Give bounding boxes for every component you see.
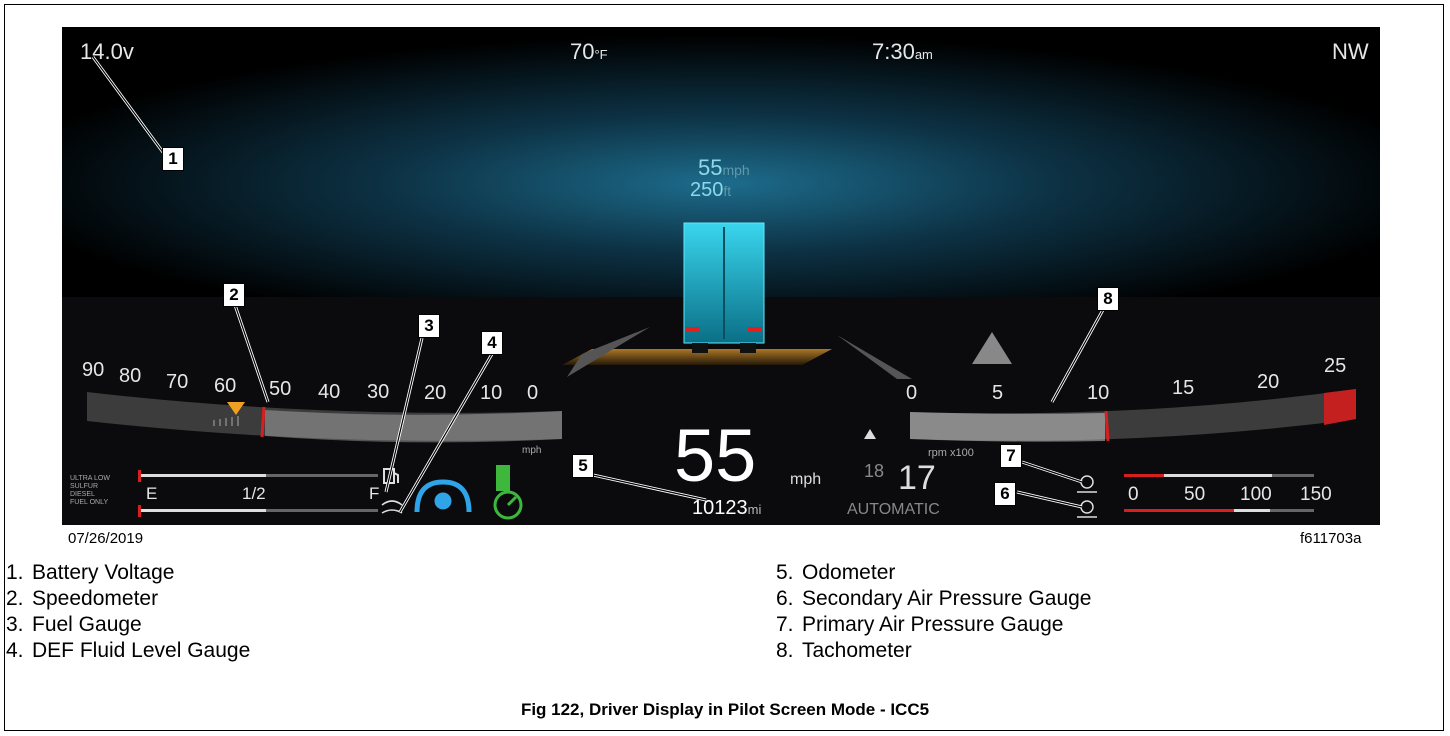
callout-4: 4 <box>481 331 503 355</box>
legend-left: 1. Battery Voltage 2. Speedometer 3. Fuel G… <box>6 560 250 664</box>
legend-item: 6. Secondary Air Pressure Gauge <box>776 587 1092 610</box>
callout-8: 8 <box>1097 287 1119 311</box>
legend-item: 4. DEF Fluid Level Gauge <box>6 639 251 662</box>
legend-item: 8. Tachometer <box>776 639 912 662</box>
figure-id: f611703a <box>1300 530 1362 547</box>
callout-5: 5 <box>572 454 594 478</box>
legend-item: 7. Primary Air Pressure Gauge <box>776 613 1064 636</box>
legend-item: 5. Odometer <box>776 561 896 584</box>
callout-7: 7 <box>1000 444 1022 468</box>
callout-3: 3 <box>418 314 440 338</box>
callout-2: 2 <box>223 283 245 307</box>
figure-caption: Fig 122, Driver Display in Pilot Screen … <box>520 700 930 719</box>
callout-6: 6 <box>994 482 1016 506</box>
legend-item: 3. Fuel Gauge <box>6 613 142 636</box>
callout-1: 1 <box>162 147 184 171</box>
date-stamp: 07/26/2019 <box>68 530 144 547</box>
legend-right: 5. Odometer 6. Secondary Air Pressure Gaug… <box>776 560 1092 664</box>
legend-item: 1. Battery Voltage <box>6 561 175 584</box>
legend-item: 2. Speedometer <box>6 587 159 610</box>
